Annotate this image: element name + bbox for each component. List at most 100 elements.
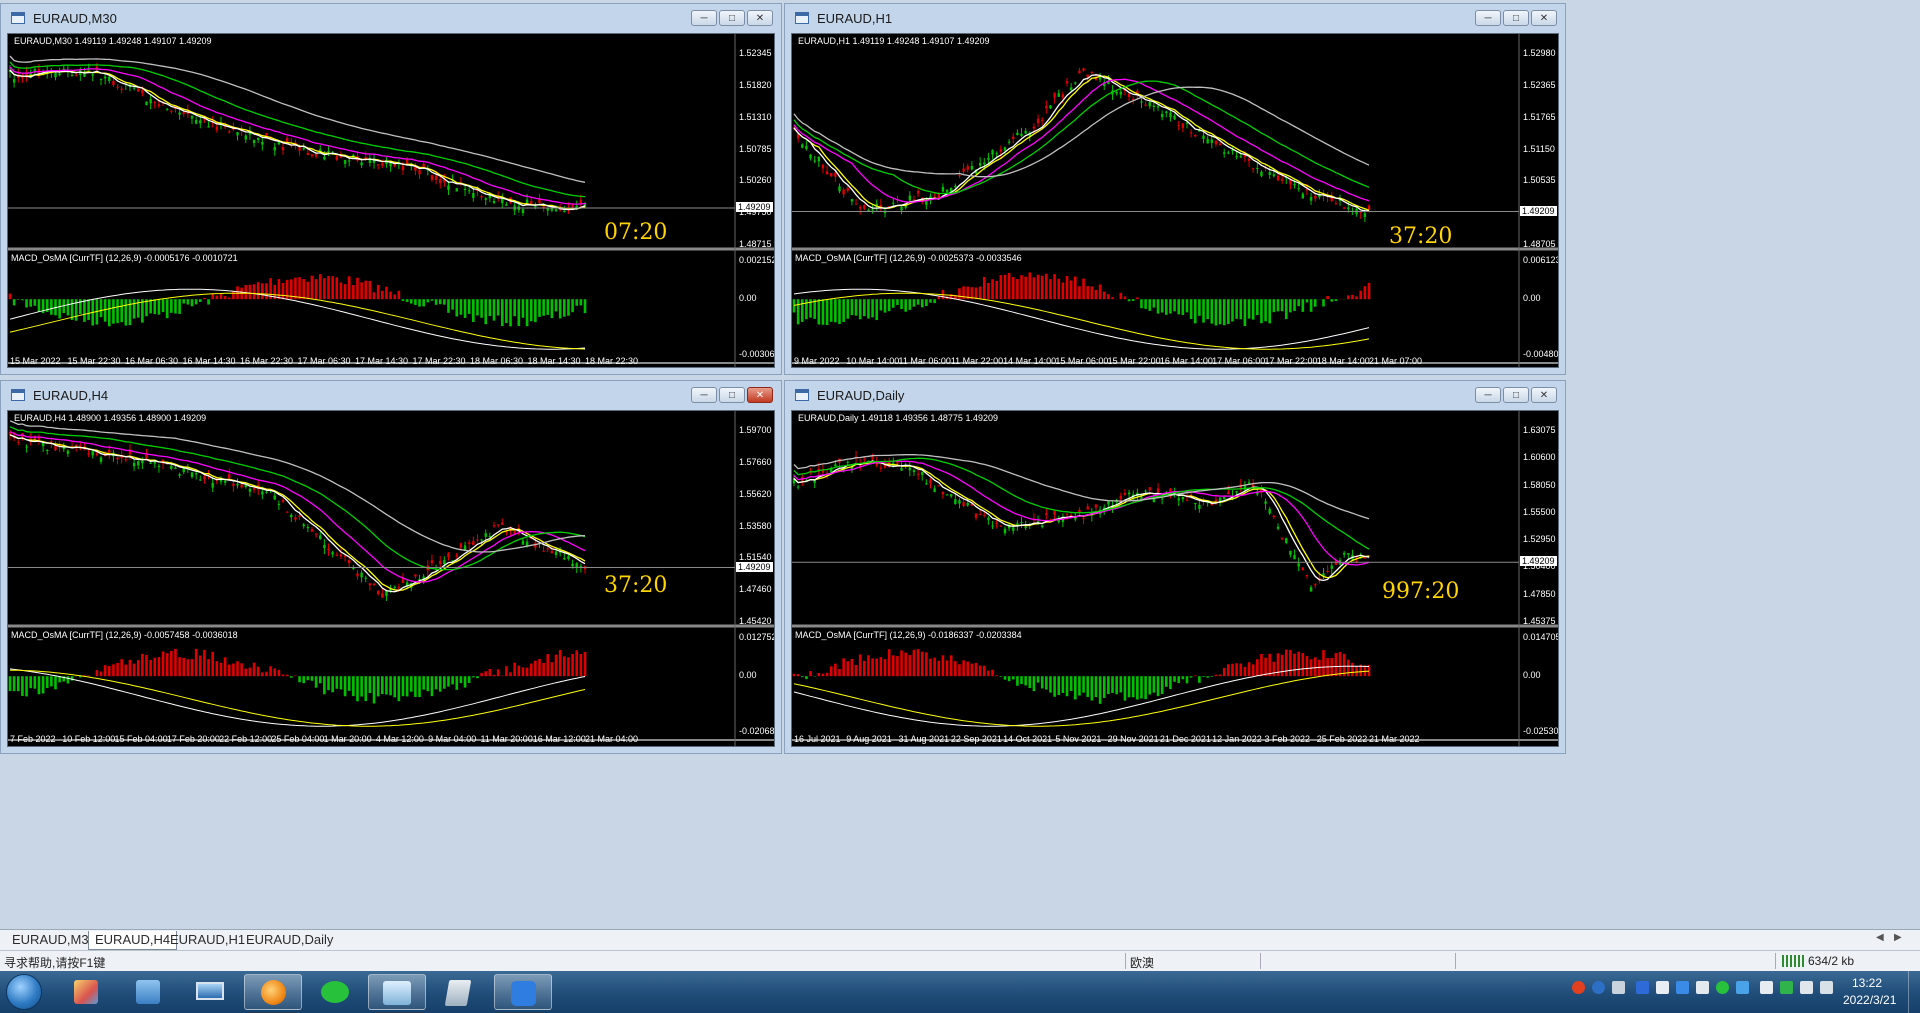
macd-histogram-bar bbox=[1040, 275, 1044, 300]
maximize-button[interactable]: □ bbox=[1503, 387, 1529, 403]
candle-body bbox=[1152, 105, 1156, 108]
close-button[interactable]: ✕ bbox=[1531, 387, 1557, 403]
macd-histogram-bar bbox=[517, 299, 521, 326]
time-axis-label: 3 Feb 2022 bbox=[1264, 734, 1310, 744]
macd-histogram-bar bbox=[376, 284, 380, 300]
help-tray-icon[interactable] bbox=[1592, 981, 1605, 994]
trading-app-icon[interactable] bbox=[368, 974, 426, 1010]
macd-histogram-bar bbox=[563, 299, 566, 317]
power-tray-icon[interactable] bbox=[1800, 981, 1813, 994]
bluetooth-tray-icon[interactable] bbox=[1636, 981, 1649, 994]
wechat-tray-icon[interactable] bbox=[1716, 981, 1729, 994]
macd-histogram-bar bbox=[550, 299, 554, 319]
antivirus-tray-icon[interactable] bbox=[1780, 981, 1793, 994]
macd-histogram-bar bbox=[1156, 299, 1160, 314]
chart-window-m30[interactable]: EURAUD,M30 ─ □ ✕ EURAUD,M30 1.49119 1.49… bbox=[0, 3, 782, 375]
candle-body bbox=[132, 462, 136, 467]
shield-tray-icon[interactable] bbox=[1676, 981, 1689, 994]
minimize-button[interactable]: ─ bbox=[691, 10, 717, 26]
close-button[interactable]: ✕ bbox=[1531, 10, 1557, 26]
macd-histogram-bar bbox=[1235, 663, 1238, 677]
candle-body bbox=[916, 473, 920, 475]
candle-body bbox=[1189, 132, 1193, 134]
maximize-button[interactable]: □ bbox=[1503, 10, 1529, 26]
signal-tray-icon[interactable] bbox=[1820, 981, 1833, 994]
browser-icon[interactable] bbox=[244, 974, 302, 1010]
candle-body bbox=[149, 462, 152, 464]
candle-body bbox=[1020, 522, 1023, 524]
window-titlebar[interactable]: EURAUD,H4 ─ □ ✕ bbox=[1, 381, 781, 409]
candle-body bbox=[501, 522, 504, 525]
candle-body bbox=[232, 483, 235, 487]
volume-tray-icon[interactable] bbox=[1696, 981, 1709, 994]
close-button[interactable]: ✕ bbox=[747, 387, 773, 403]
macd-histogram-bar bbox=[124, 299, 128, 326]
macd-histogram-bar bbox=[149, 659, 152, 677]
minimize-button[interactable]: ─ bbox=[691, 387, 717, 403]
macd-histogram-bar bbox=[289, 676, 293, 678]
candle-body bbox=[983, 514, 986, 516]
macd-histogram-bar bbox=[178, 299, 181, 314]
clock-time[interactable]: 13:22 bbox=[1852, 976, 1882, 990]
window-titlebar[interactable]: EURAUD,H1 ─ □ ✕ bbox=[785, 4, 1565, 32]
contacts-icon[interactable] bbox=[120, 974, 178, 1010]
macd-histogram-bar bbox=[339, 676, 343, 690]
minimize-button[interactable]: ─ bbox=[1475, 387, 1501, 403]
macd-histogram-bar bbox=[397, 676, 401, 702]
chart-window-h1[interactable]: EURAUD,H1 ─ □ ✕ EURAUD,H1 1.49119 1.4924… bbox=[784, 3, 1566, 375]
computer-icon[interactable] bbox=[182, 974, 240, 1010]
chart-window-h4[interactable]: EURAUD,H4 ─ □ ✕ EURAUD,H4 1.48900 1.4935… bbox=[0, 380, 782, 754]
candle-body bbox=[248, 488, 252, 492]
paint-icon[interactable] bbox=[58, 974, 116, 1010]
close-button[interactable]: ✕ bbox=[747, 10, 773, 26]
candle-body bbox=[285, 511, 289, 513]
window-titlebar[interactable]: EURAUD,M30 ─ □ ✕ bbox=[1, 4, 781, 32]
candle-body bbox=[987, 157, 990, 160]
show-desktop-button[interactable] bbox=[1908, 971, 1920, 1013]
start-orb-icon[interactable] bbox=[6, 974, 42, 1010]
app-tray-icon[interactable] bbox=[1736, 981, 1749, 994]
candle-body bbox=[472, 193, 475, 198]
chart-window-daily[interactable]: EURAUD,Daily ─ □ ✕ EURAUD,Daily 1.49118 … bbox=[784, 380, 1566, 754]
candle-body bbox=[1069, 87, 1073, 91]
macd-histogram-bar bbox=[1301, 299, 1305, 312]
macd-histogram-bar bbox=[265, 283, 268, 300]
tab-euraud-daily[interactable]: EURAUD,Daily bbox=[240, 931, 339, 949]
macd-histogram-bar bbox=[1351, 662, 1354, 677]
settings-tray-icon[interactable] bbox=[1612, 981, 1625, 994]
macd-histogram-bar bbox=[887, 299, 891, 312]
macd-histogram-bar bbox=[1231, 299, 1234, 322]
tab-euraud-h1[interactable]: EURAUD,H1 bbox=[164, 931, 251, 949]
maximize-button[interactable]: □ bbox=[719, 10, 745, 26]
network-tray-icon[interactable] bbox=[1656, 981, 1669, 994]
window-titlebar[interactable]: EURAUD,Daily ─ □ ✕ bbox=[785, 381, 1565, 409]
macd-histogram-bar bbox=[327, 676, 330, 691]
chart-canvas[interactable]: EURAUD,H1 1.49119 1.49248 1.49107 1.4920… bbox=[791, 33, 1559, 368]
macd-histogram-bar bbox=[434, 299, 438, 305]
candle-body bbox=[1314, 195, 1317, 199]
editor-icon[interactable] bbox=[494, 974, 552, 1010]
candle-body bbox=[825, 171, 829, 175]
candle-body bbox=[1309, 587, 1313, 592]
chart-canvas[interactable]: EURAUD,M30 1.49119 1.49248 1.49107 1.492… bbox=[7, 33, 775, 368]
chart-window-icon bbox=[11, 12, 25, 24]
candle-body bbox=[1289, 550, 1292, 555]
macd-histogram-bar bbox=[970, 663, 974, 677]
minimize-button[interactable]: ─ bbox=[1475, 10, 1501, 26]
input-method-icon[interactable] bbox=[1572, 981, 1585, 994]
tab-scroll-left-icon[interactable]: ◀ bbox=[1876, 932, 1884, 943]
macd-histogram-bar bbox=[1185, 299, 1189, 313]
tab-scroll-right-icon[interactable]: ▶ bbox=[1894, 932, 1902, 943]
maximize-button[interactable]: □ bbox=[719, 387, 745, 403]
candle-body bbox=[447, 553, 450, 558]
clock-date[interactable]: 2022/3/21 bbox=[1843, 993, 1896, 1007]
candle-body bbox=[542, 206, 545, 208]
macd-histogram-bar bbox=[153, 299, 157, 315]
wechat-icon[interactable] bbox=[306, 974, 364, 1010]
candle-body bbox=[306, 152, 310, 155]
notebook-icon[interactable] bbox=[430, 974, 488, 1010]
flag-tray-icon[interactable] bbox=[1760, 981, 1773, 994]
chart-canvas[interactable]: EURAUD,H4 1.48900 1.49356 1.48900 1.4920… bbox=[7, 410, 775, 747]
chart-canvas[interactable]: EURAUD,Daily 1.49118 1.49356 1.48775 1.4… bbox=[791, 410, 1559, 747]
macd-histogram-bar bbox=[277, 279, 281, 300]
